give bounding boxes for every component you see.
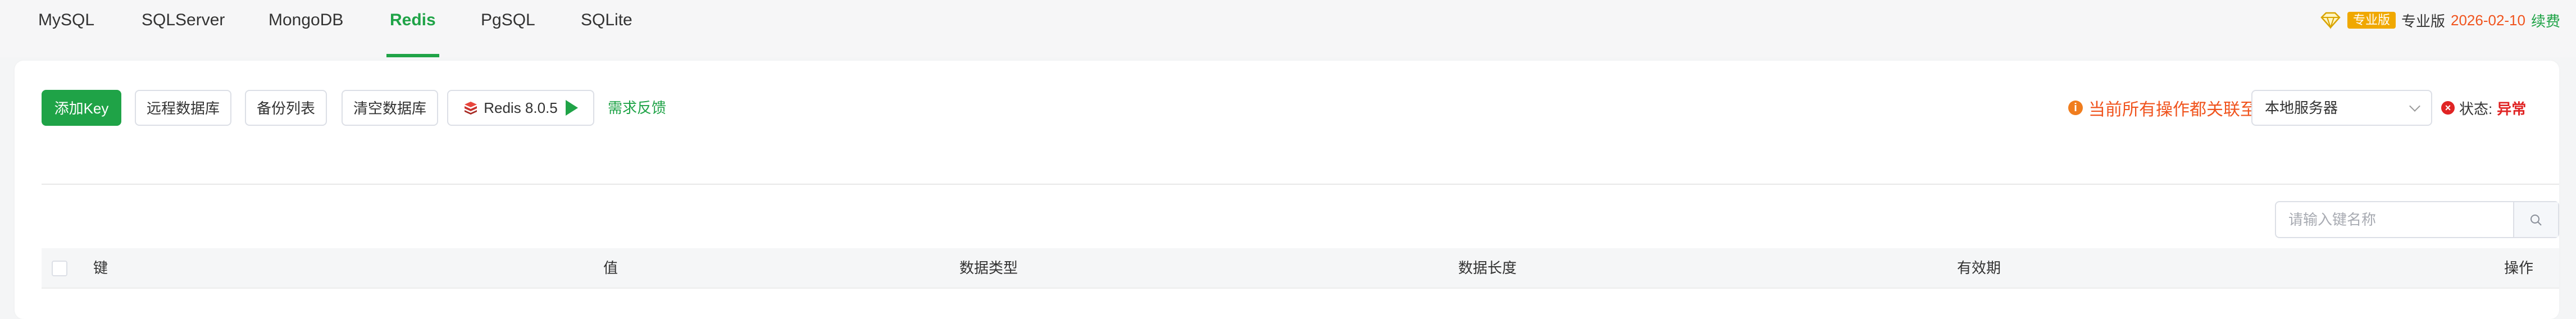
column-length: 数据长度: [1458, 259, 1517, 276]
active-tab-indicator: [386, 54, 439, 57]
status-label: 状态:: [2459, 100, 2493, 117]
column-ttl: 有效期: [1957, 259, 2001, 276]
pro-status: 专业版 专业版 2026-02-10 续费: [2319, 8, 2560, 33]
column-actions: 操作: [2504, 259, 2534, 276]
operation-notice: i 当前所有操作都关联至: [2068, 90, 2257, 126]
redis-version-label: Redis 8.0.5: [484, 99, 558, 116]
backup-list-button[interactable]: 备份列表: [245, 90, 327, 126]
play-icon: [565, 100, 578, 116]
feedback-link[interactable]: 需求反馈: [608, 90, 666, 126]
tab-sqlite[interactable]: SQLite: [581, 8, 632, 33]
crown-icon: [2320, 12, 2341, 30]
tab-mongodb[interactable]: MongoDB: [268, 8, 343, 33]
info-icon: i: [2068, 101, 2083, 115]
column-value: 值: [603, 259, 618, 276]
server-select[interactable]: 本地服务器: [2251, 90, 2432, 126]
search-icon: [2531, 215, 2542, 226]
column-key: 键: [93, 259, 108, 276]
table-bottom-border: [42, 288, 2559, 289]
redis-icon: [465, 102, 477, 115]
tab-mysql[interactable]: MySQL: [38, 8, 94, 33]
pro-label: 专业版: [2401, 12, 2445, 30]
notice-text: 当前所有操作都关联至: [2088, 101, 2257, 119]
pro-badge: 专业版: [2347, 12, 2396, 29]
tab-sqlserver[interactable]: SQLServer: [142, 8, 225, 33]
tab-pgsql[interactable]: PgSQL: [481, 8, 535, 33]
add-key-button[interactable]: 添加Key: [42, 90, 121, 126]
error-icon: ×: [2441, 101, 2455, 115]
clear-database-button[interactable]: 清空数据库: [342, 90, 438, 126]
server-select-value: 本地服务器: [2265, 99, 2338, 116]
pro-expiry-date: 2026-02-10: [2450, 11, 2525, 29]
remote-database-button[interactable]: 远程数据库: [135, 90, 231, 126]
search-button[interactable]: [2513, 202, 2558, 237]
database-tab-bar: MySQL SQLServer MongoDB Redis PgSQL SQLi…: [0, 0, 2576, 57]
redis-panel: 添加Key 远程数据库 备份列表 清空数据库 Redis 8.0.5 需求反馈 …: [15, 61, 2559, 319]
column-type: 数据类型: [959, 259, 1018, 276]
connection-status: × 状态: 异常: [2441, 90, 2526, 126]
status-value: 异常: [2497, 100, 2527, 117]
tab-redis[interactable]: Redis: [390, 8, 436, 33]
select-all-checkbox[interactable]: [52, 261, 67, 276]
search-box: [2275, 201, 2559, 238]
chevron-down-icon: [2409, 101, 2420, 112]
renew-link[interactable]: 续费: [2531, 10, 2560, 31]
redis-version-button[interactable]: Redis 8.0.5: [447, 90, 594, 126]
table-header: 键 值 数据类型 数据长度 有效期 操作: [42, 248, 2559, 288]
search-input[interactable]: [2276, 202, 2513, 237]
divider: [42, 184, 2559, 185]
